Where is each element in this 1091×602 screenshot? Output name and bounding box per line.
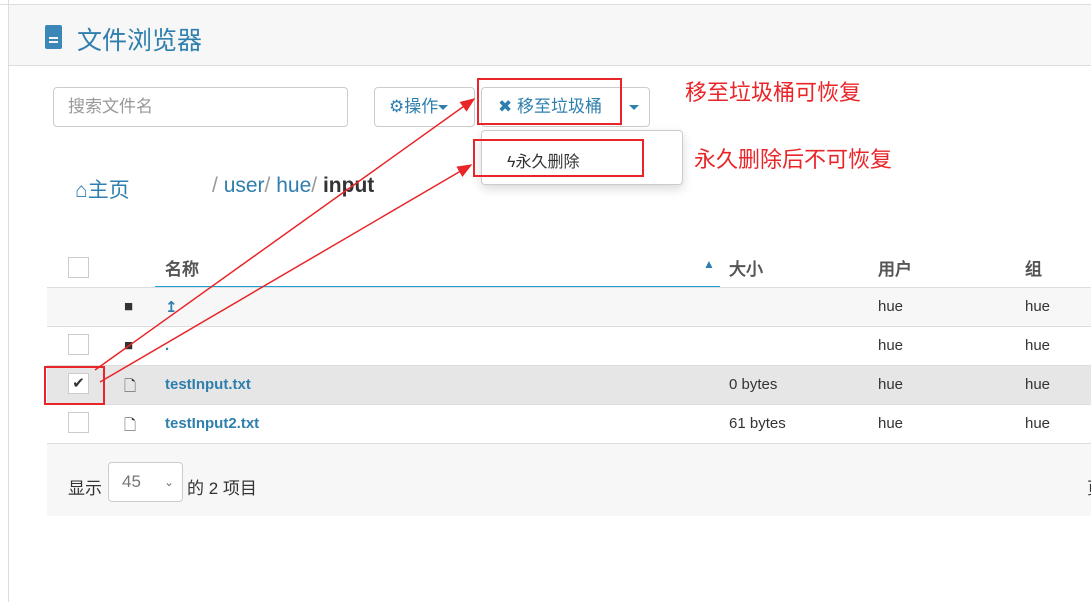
annotation-arrow	[99, 164, 473, 383]
annotation-arrows	[94, 98, 476, 383]
annotation-arrow	[94, 98, 476, 371]
